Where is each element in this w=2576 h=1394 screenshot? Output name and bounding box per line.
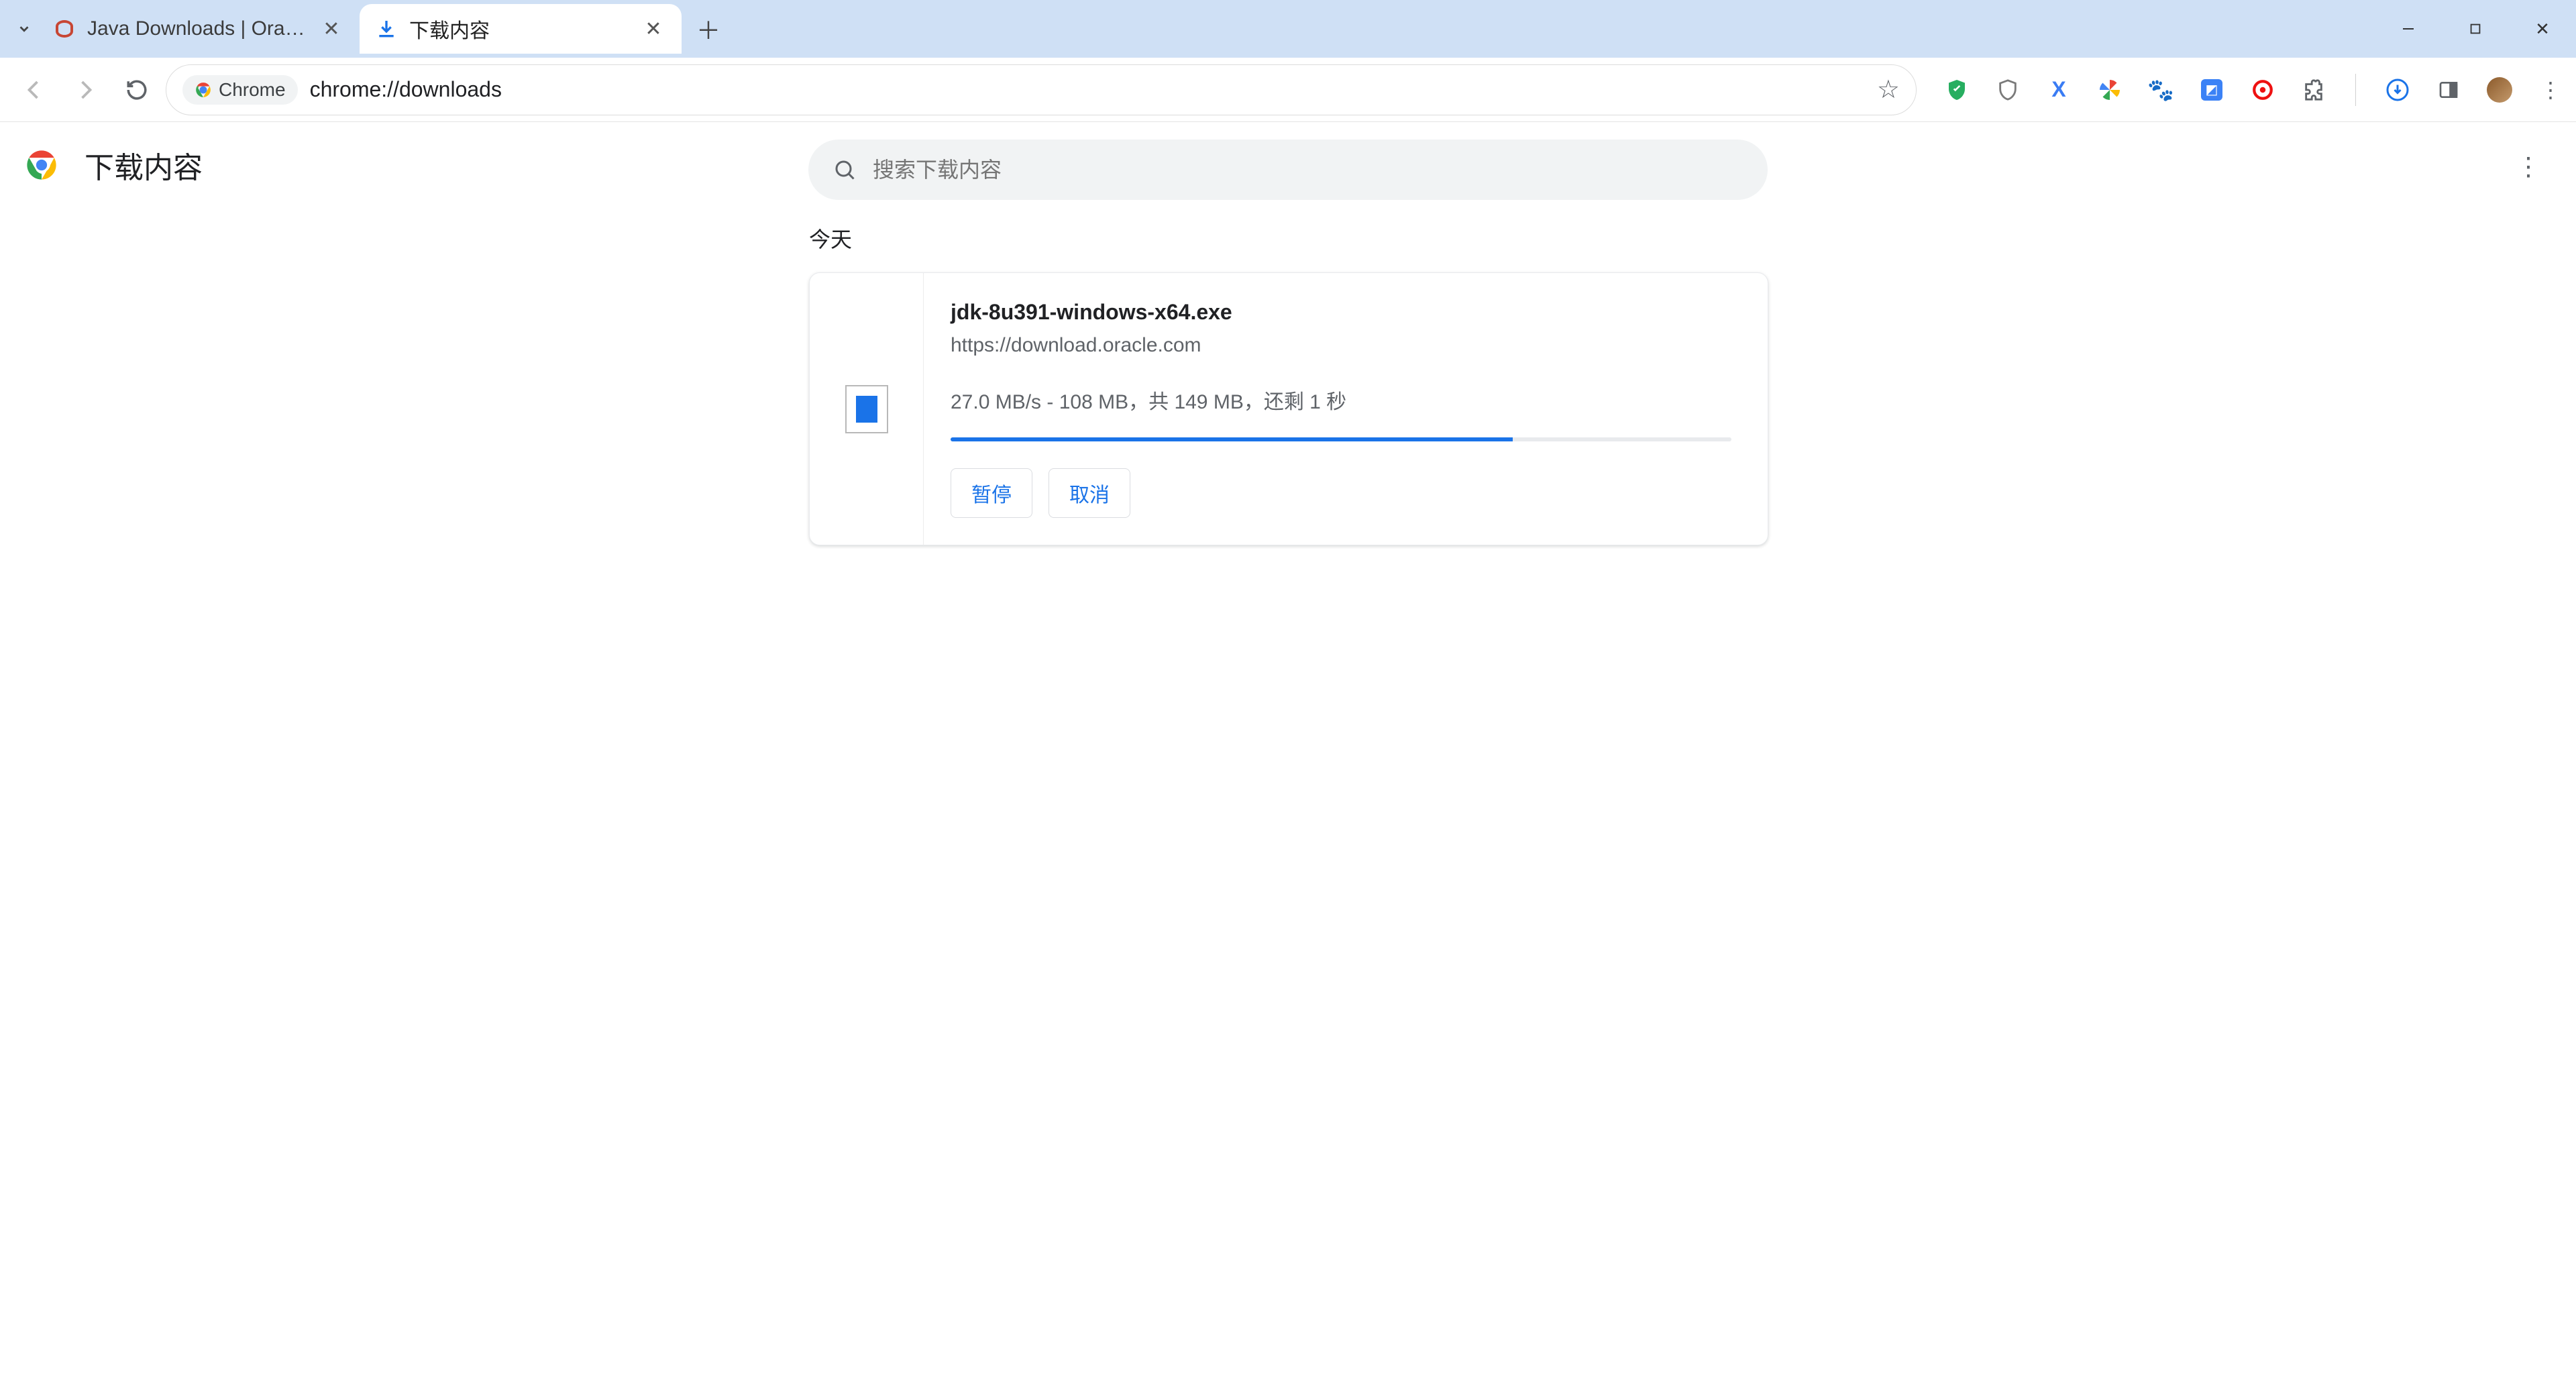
tab-title: 下载内容 — [409, 14, 629, 44]
extension-icons: X 🐾 ◩ ⋮ — [1943, 74, 2564, 106]
tab-downloads[interactable]: 下载内容 ✕ — [360, 4, 682, 54]
download-filename[interactable]: jdk-8u391-windows-x64.exe — [951, 300, 1731, 325]
pause-button[interactable]: 暂停 — [951, 468, 1032, 518]
reload-button[interactable] — [115, 66, 159, 113]
chrome-logo-icon — [24, 148, 59, 182]
extension-x-icon[interactable]: X — [2045, 76, 2072, 103]
tab-java-downloads[interactable]: Java Downloads | Oracle ✕ — [38, 4, 360, 54]
download-status: 27.0 MB/s - 108 MB，共 149 MB，还剩 1 秒 — [951, 385, 1731, 415]
window-controls: ✕ — [2375, 0, 2576, 58]
downloads-page: 下载内容 ⋮ 今天 jdk-8u391-windows-x64.exe http… — [0, 122, 2576, 1394]
omnibox[interactable]: Chrome chrome://downloads ☆ — [166, 64, 1917, 115]
extension-shield-grey-icon[interactable] — [1994, 76, 2021, 103]
cancel-button[interactable]: 取消 — [1049, 468, 1130, 518]
toolbar: Chrome chrome://downloads ☆ X 🐾 ◩ ⋮ — [0, 58, 2576, 122]
maximize-button[interactable] — [2442, 0, 2509, 58]
installer-icon — [845, 385, 888, 433]
page-menu-icon[interactable]: ⋮ — [2516, 152, 2541, 182]
side-panel-icon[interactable] — [2435, 76, 2462, 103]
extensions-puzzle-icon[interactable] — [2300, 76, 2327, 103]
close-window-button[interactable]: ✕ — [2509, 0, 2576, 58]
chip-label: Chrome — [219, 79, 286, 101]
page-title: 下载内容 — [85, 144, 203, 186]
back-button[interactable] — [12, 66, 56, 113]
download-card: jdk-8u391-windows-x64.exe https://downlo… — [809, 272, 1768, 545]
tab-title: Java Downloads | Oracle — [87, 17, 307, 40]
new-tab-button[interactable]: ＋ — [688, 9, 729, 49]
close-tab-icon[interactable]: ✕ — [319, 17, 343, 41]
progress-bar — [951, 437, 1731, 441]
browser-menu-icon[interactable]: ⋮ — [2537, 76, 2564, 103]
extension-circle-red-icon[interactable] — [2249, 76, 2276, 103]
progress-fill — [951, 437, 1513, 441]
close-tab-icon[interactable]: ✕ — [641, 17, 665, 41]
download-source[interactable]: https://download.oracle.com — [951, 334, 1731, 357]
search-icon — [833, 158, 857, 182]
extension-paw-icon[interactable]: 🐾 — [2147, 76, 2174, 103]
minimize-button[interactable] — [2375, 0, 2442, 58]
downloads-indicator-icon[interactable] — [2384, 76, 2411, 103]
extension-shield-green-icon[interactable] — [1943, 76, 1970, 103]
url-text: chrome://downloads — [310, 77, 502, 102]
download-favicon-icon — [376, 18, 397, 40]
tab-strip: Java Downloads | Oracle ✕ 下载内容 ✕ ＋ ✕ — [0, 0, 2576, 58]
bookmark-star-icon[interactable]: ☆ — [1877, 74, 1900, 105]
profile-avatar-icon[interactable] — [2486, 76, 2513, 103]
forward-button[interactable] — [63, 66, 107, 113]
file-thumbnail — [810, 273, 924, 545]
toolbar-divider — [2355, 74, 2356, 106]
section-today-label: 今天 — [809, 223, 2576, 254]
search-downloads[interactable] — [808, 140, 1768, 200]
search-input[interactable] — [873, 158, 1743, 182]
tab-search-caret[interactable] — [11, 0, 38, 58]
extension-square-blue-icon[interactable]: ◩ — [2198, 76, 2225, 103]
site-chip[interactable]: Chrome — [182, 75, 298, 105]
oracle-favicon-icon — [54, 18, 75, 40]
extension-pinwheel-icon[interactable] — [2096, 76, 2123, 103]
